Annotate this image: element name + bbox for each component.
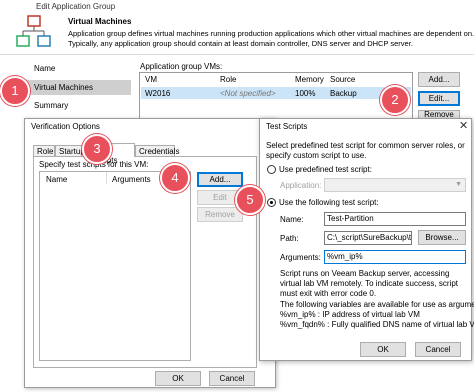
col-divider bbox=[106, 172, 107, 184]
nav-item-summary[interactable]: Summary bbox=[34, 101, 68, 110]
col-memory[interactable]: Memory bbox=[295, 75, 324, 84]
info-text-1: Script runs on Veeam Backup server, acce… bbox=[280, 269, 458, 298]
predefined-radio[interactable] bbox=[267, 165, 276, 174]
window-title: Edit Application Group bbox=[36, 2, 116, 11]
browse-button[interactable]: Browse... bbox=[418, 230, 466, 245]
verification-cancel-button[interactable]: Cancel bbox=[209, 371, 255, 386]
verification-ok-button[interactable]: OK bbox=[155, 371, 201, 386]
step-badge-2: 2 bbox=[380, 85, 410, 115]
test-scripts-cancel-button[interactable]: Cancel bbox=[415, 342, 461, 357]
step-badge-1: 1 bbox=[0, 76, 30, 106]
path-field[interactable]: C:\_script\SureBackup\test-pa bbox=[324, 231, 412, 245]
following-label[interactable]: Use the following test script: bbox=[279, 198, 379, 207]
info-text-4: %vm_fqdn% : Fully qualified DNS name of … bbox=[280, 320, 474, 329]
step-badge-3: 3 bbox=[82, 134, 112, 164]
step-badge-4: 4 bbox=[160, 163, 190, 193]
step-badge-5: 5 bbox=[235, 185, 265, 215]
nav-item-virtual-machines-label: Virtual Machines bbox=[34, 83, 93, 92]
header-icon bbox=[14, 14, 54, 52]
cell-source: Backup bbox=[330, 89, 357, 98]
test-scripts-ok-button[interactable]: OK bbox=[360, 342, 406, 357]
test-scripts-title: Test Scripts bbox=[266, 122, 308, 131]
header-desc-1: Application group defines virtual machin… bbox=[68, 29, 474, 38]
table-row[interactable] bbox=[141, 87, 411, 99]
col-source[interactable]: Source bbox=[330, 75, 355, 84]
nav-item-name[interactable]: Name bbox=[34, 64, 55, 73]
cell-role: <Not specified> bbox=[220, 89, 276, 98]
arguments-field[interactable]: %vm_ip% bbox=[324, 250, 466, 264]
predefined-label[interactable]: Use predefined test script: bbox=[279, 165, 372, 174]
col-name[interactable]: Name bbox=[46, 175, 67, 184]
info-text-2: The following variables are available fo… bbox=[280, 300, 474, 309]
test-scripts-dialog: Test Scripts ✕ Select predefined test sc… bbox=[259, 118, 474, 361]
name-field[interactable]: Test-Partition bbox=[324, 212, 466, 226]
col-vm[interactable]: VM bbox=[145, 75, 157, 84]
header-divider bbox=[0, 54, 474, 55]
name-label: Name: bbox=[280, 215, 304, 224]
add-vm-button[interactable]: Add... bbox=[418, 72, 460, 87]
close-icon[interactable]: ✕ bbox=[459, 121, 468, 132]
cell-memory: 100% bbox=[295, 89, 316, 98]
path-label: Path: bbox=[280, 234, 299, 243]
cell-vm: W2016 bbox=[145, 89, 171, 98]
header-desc-2: Typically, any application group should … bbox=[68, 39, 413, 48]
following-radio[interactable] bbox=[267, 198, 276, 207]
application-label: Application: bbox=[280, 181, 322, 190]
arguments-label: Arguments: bbox=[280, 253, 321, 262]
vms-label: Application group VMs: bbox=[140, 62, 223, 71]
col-role[interactable]: Role bbox=[220, 75, 236, 84]
verification-options-dialog: Verification Options Role Startup Test S… bbox=[24, 118, 276, 388]
info-text-3: %vm_ip% : IP address of virtual lab VM bbox=[280, 310, 420, 319]
chevron-down-icon: ▼ bbox=[455, 181, 462, 188]
remove-script-button[interactable]: Remove bbox=[197, 207, 243, 222]
intro-text: Select predefined test script for common… bbox=[266, 141, 465, 160]
col-arguments[interactable]: Arguments bbox=[112, 175, 151, 184]
verification-title: Verification Options bbox=[31, 122, 100, 131]
scripts-table: Name Arguments bbox=[39, 171, 191, 361]
application-select[interactable]: ▼ bbox=[324, 178, 466, 192]
header-title: Virtual Machines bbox=[68, 17, 132, 26]
edit-vm-button[interactable]: Edit... bbox=[418, 91, 460, 106]
add-script-button[interactable]: Add... bbox=[197, 172, 243, 187]
